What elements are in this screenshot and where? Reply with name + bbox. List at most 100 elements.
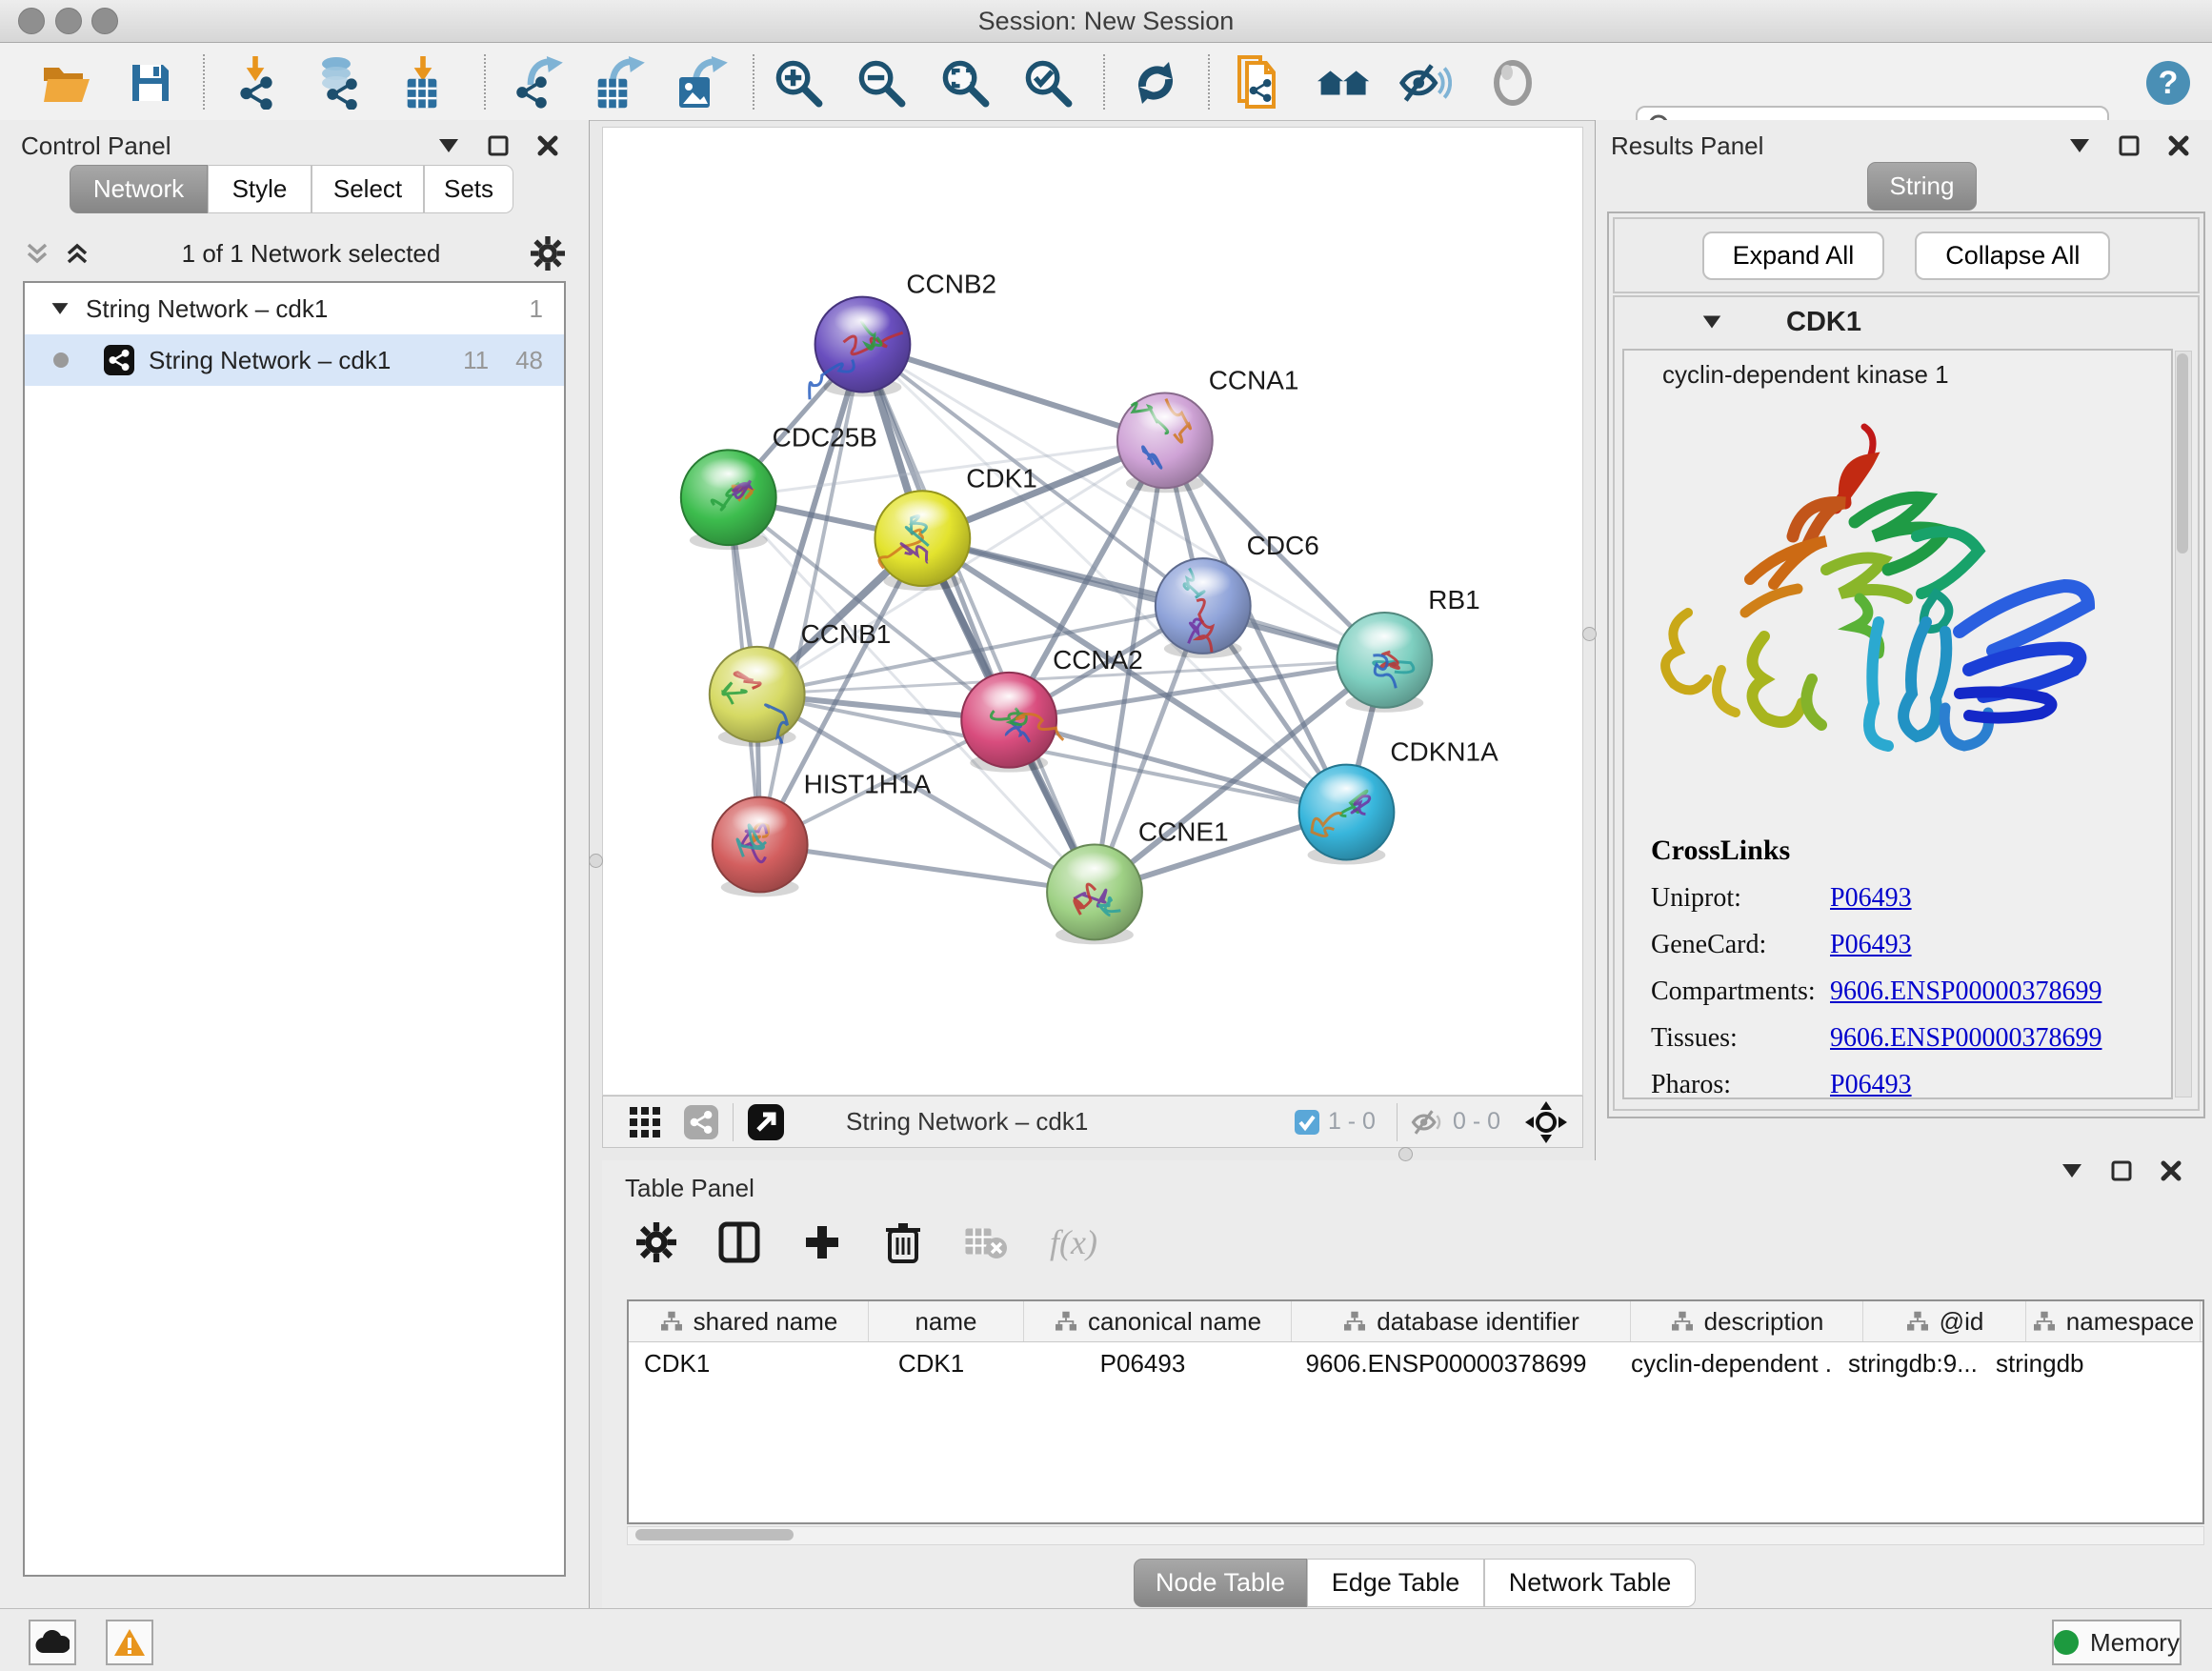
network-node-rb1[interactable]: RB1 bbox=[1337, 585, 1479, 713]
refresh-button[interactable] bbox=[1129, 56, 1182, 110]
uniprot-link[interactable]: P06493 bbox=[1830, 883, 1912, 914]
bottom-splitter-grip[interactable] bbox=[1398, 1147, 1413, 1161]
import-network-file-button[interactable] bbox=[231, 56, 285, 110]
tab-network-table[interactable]: Network Table bbox=[1484, 1559, 1696, 1607]
column-header-namespace[interactable]: namespace bbox=[2026, 1301, 2201, 1341]
collection-expand-icon[interactable] bbox=[50, 298, 70, 319]
tab-select[interactable]: Select bbox=[312, 165, 424, 213]
network-row[interactable]: String Network – cdk1 11 48 bbox=[25, 334, 564, 386]
network-node-ccna1[interactable]: CCNA1 bbox=[1117, 365, 1299, 493]
network-edge[interactable] bbox=[862, 345, 1095, 893]
delete-column-icon[interactable] bbox=[884, 1221, 922, 1263]
left-splitter-grip[interactable] bbox=[589, 854, 603, 868]
network-node-cdc25b[interactable]: CDC25B bbox=[681, 422, 877, 550]
table-cell[interactable]: CDK1 bbox=[854, 1349, 1009, 1379]
export-network-button[interactable] bbox=[513, 56, 566, 110]
expand-all-button[interactable]: Expand All bbox=[1702, 232, 1885, 280]
birds-eye-grid-icon[interactable] bbox=[628, 1105, 662, 1139]
selected-checkbox-icon[interactable] bbox=[1294, 1109, 1320, 1136]
network-node-ccnb1[interactable]: CCNB1 bbox=[710, 619, 892, 747]
network-node-ccne1[interactable]: CCNE1 bbox=[1047, 817, 1229, 945]
control-panel: Control Panel NetworkStyleSelectSets 1 o… bbox=[0, 120, 590, 1608]
tab-node-table[interactable]: Node Table bbox=[1134, 1559, 1307, 1607]
pan-crosshair-icon[interactable] bbox=[1525, 1101, 1567, 1143]
close-panel-icon[interactable] bbox=[2166, 133, 2191, 158]
network-node-cdk1[interactable]: CDK1 bbox=[875, 463, 1036, 591]
hide-unhide-button[interactable] bbox=[1398, 56, 1452, 110]
collapse-all-networks-icon[interactable] bbox=[63, 241, 91, 266]
network-edge[interactable] bbox=[760, 845, 1095, 893]
column-header-name[interactable]: name bbox=[869, 1301, 1024, 1341]
table-cell[interactable]: P06493 bbox=[1009, 1349, 1277, 1379]
table-cell[interactable]: stringdb bbox=[1981, 1349, 2140, 1379]
tab-string[interactable]: String bbox=[1867, 162, 1977, 211]
node-label-ccne1: CCNE1 bbox=[1138, 817, 1229, 847]
export-image-button[interactable] bbox=[675, 56, 729, 110]
add-column-icon[interactable] bbox=[802, 1222, 842, 1262]
maximize-panel-icon[interactable] bbox=[2117, 133, 2142, 158]
collapse-protein-icon[interactable] bbox=[1700, 311, 1723, 333]
collapse-all-button[interactable]: Collapse All bbox=[1915, 232, 2110, 280]
maximize-panel-icon[interactable] bbox=[2109, 1158, 2134, 1183]
network-status-dot bbox=[53, 352, 69, 368]
pharos-link[interactable]: P06493 bbox=[1830, 1070, 1912, 1099]
table-options-gear-icon[interactable] bbox=[636, 1222, 676, 1262]
import-table-file-button[interactable] bbox=[396, 56, 450, 110]
network-node-cdkn1a[interactable]: CDKN1A bbox=[1299, 737, 1499, 865]
expand-all-networks-icon[interactable] bbox=[23, 241, 51, 266]
compartments-link[interactable]: 9606.ENSP00000378699 bbox=[1830, 976, 2101, 1007]
export-table-button[interactable] bbox=[593, 56, 646, 110]
network-badge-icon[interactable] bbox=[683, 1104, 719, 1140]
table-horizontal-scrollbar[interactable] bbox=[627, 1526, 2204, 1545]
crosslink-label: Uniprot: bbox=[1651, 883, 1830, 914]
tab-network[interactable]: Network bbox=[70, 165, 208, 213]
close-panel-icon[interactable] bbox=[2159, 1158, 2183, 1183]
float-panel-icon[interactable] bbox=[436, 133, 461, 158]
tab-sets[interactable]: Sets bbox=[424, 165, 513, 213]
zoom-selected-button[interactable] bbox=[1021, 56, 1075, 110]
column-header-database-identifier[interactable]: database identifier bbox=[1292, 1301, 1631, 1341]
network-collection-row[interactable]: String Network – cdk1 1 bbox=[25, 283, 564, 334]
table-cell[interactable]: cyclin-dependent ... bbox=[1616, 1349, 1833, 1379]
column-header-canonical-name[interactable]: canonical name bbox=[1024, 1301, 1292, 1341]
right-splitter-grip[interactable] bbox=[1582, 627, 1597, 641]
zoom-in-button[interactable] bbox=[772, 56, 825, 110]
zoom-fit-button[interactable] bbox=[938, 56, 992, 110]
import-network-database-button[interactable] bbox=[312, 56, 365, 110]
show-columns-icon[interactable] bbox=[718, 1221, 760, 1263]
table-cell[interactable]: stringdb:9... bbox=[1833, 1349, 1981, 1379]
genecard-link[interactable]: P06493 bbox=[1830, 930, 1912, 960]
column-header-description[interactable]: description bbox=[1631, 1301, 1863, 1341]
tab-style[interactable]: Style bbox=[208, 165, 312, 213]
save-session-button[interactable] bbox=[124, 56, 177, 110]
column-header--id[interactable]: @id bbox=[1863, 1301, 2026, 1341]
maximize-panel-icon[interactable] bbox=[486, 133, 511, 158]
table-row[interactable]: CDK1CDK1P064939606.ENSP00000378699cyclin… bbox=[629, 1342, 2202, 1384]
open-in-new-icon[interactable] bbox=[747, 1103, 785, 1141]
float-panel-icon[interactable] bbox=[2060, 1158, 2084, 1183]
cloud-status-button[interactable] bbox=[29, 1620, 76, 1665]
network-node-hist1h1a[interactable]: HIST1H1A bbox=[713, 770, 932, 897]
warning-status-button[interactable] bbox=[106, 1620, 153, 1665]
column-header-shared-name[interactable]: shared name bbox=[629, 1301, 869, 1341]
show-graphics-button[interactable] bbox=[1486, 56, 1539, 110]
network-graph[interactable]: CCNB2CCNA1CDC25BCDK1CDC6RB1CCNB1CCNA2CDK… bbox=[603, 128, 1582, 1095]
tab-edge-table[interactable]: Edge Table bbox=[1307, 1559, 1484, 1607]
eye-slash-icon bbox=[1398, 61, 1452, 105]
results-scrollbar[interactable] bbox=[2175, 351, 2192, 1097]
zoom-out-button[interactable] bbox=[855, 56, 908, 110]
string-home-button[interactable] bbox=[1317, 56, 1371, 110]
float-panel-icon[interactable] bbox=[2067, 133, 2092, 158]
memory-button[interactable]: Memory bbox=[2052, 1620, 2182, 1665]
tissues-link[interactable]: 9606.ENSP00000378699 bbox=[1830, 1023, 2101, 1054]
table-cell[interactable]: CDK1 bbox=[629, 1349, 854, 1379]
help-button[interactable]: ? bbox=[2142, 56, 2195, 110]
network-canvas[interactable]: CCNB2CCNA1CDC25BCDK1CDC6RB1CCNB1CCNA2CDK… bbox=[602, 127, 1583, 1096]
memory-status-dot bbox=[2054, 1630, 2079, 1655]
close-panel-icon[interactable] bbox=[535, 133, 560, 158]
table-cell[interactable]: 9606.ENSP00000378699 bbox=[1277, 1349, 1616, 1379]
network-options-gear-icon[interactable] bbox=[531, 236, 565, 271]
clipboard-network-button[interactable] bbox=[1233, 56, 1286, 110]
open-session-button[interactable] bbox=[40, 56, 93, 110]
node-table[interactable]: shared namenamecanonical namedatabase id… bbox=[627, 1299, 2204, 1524]
